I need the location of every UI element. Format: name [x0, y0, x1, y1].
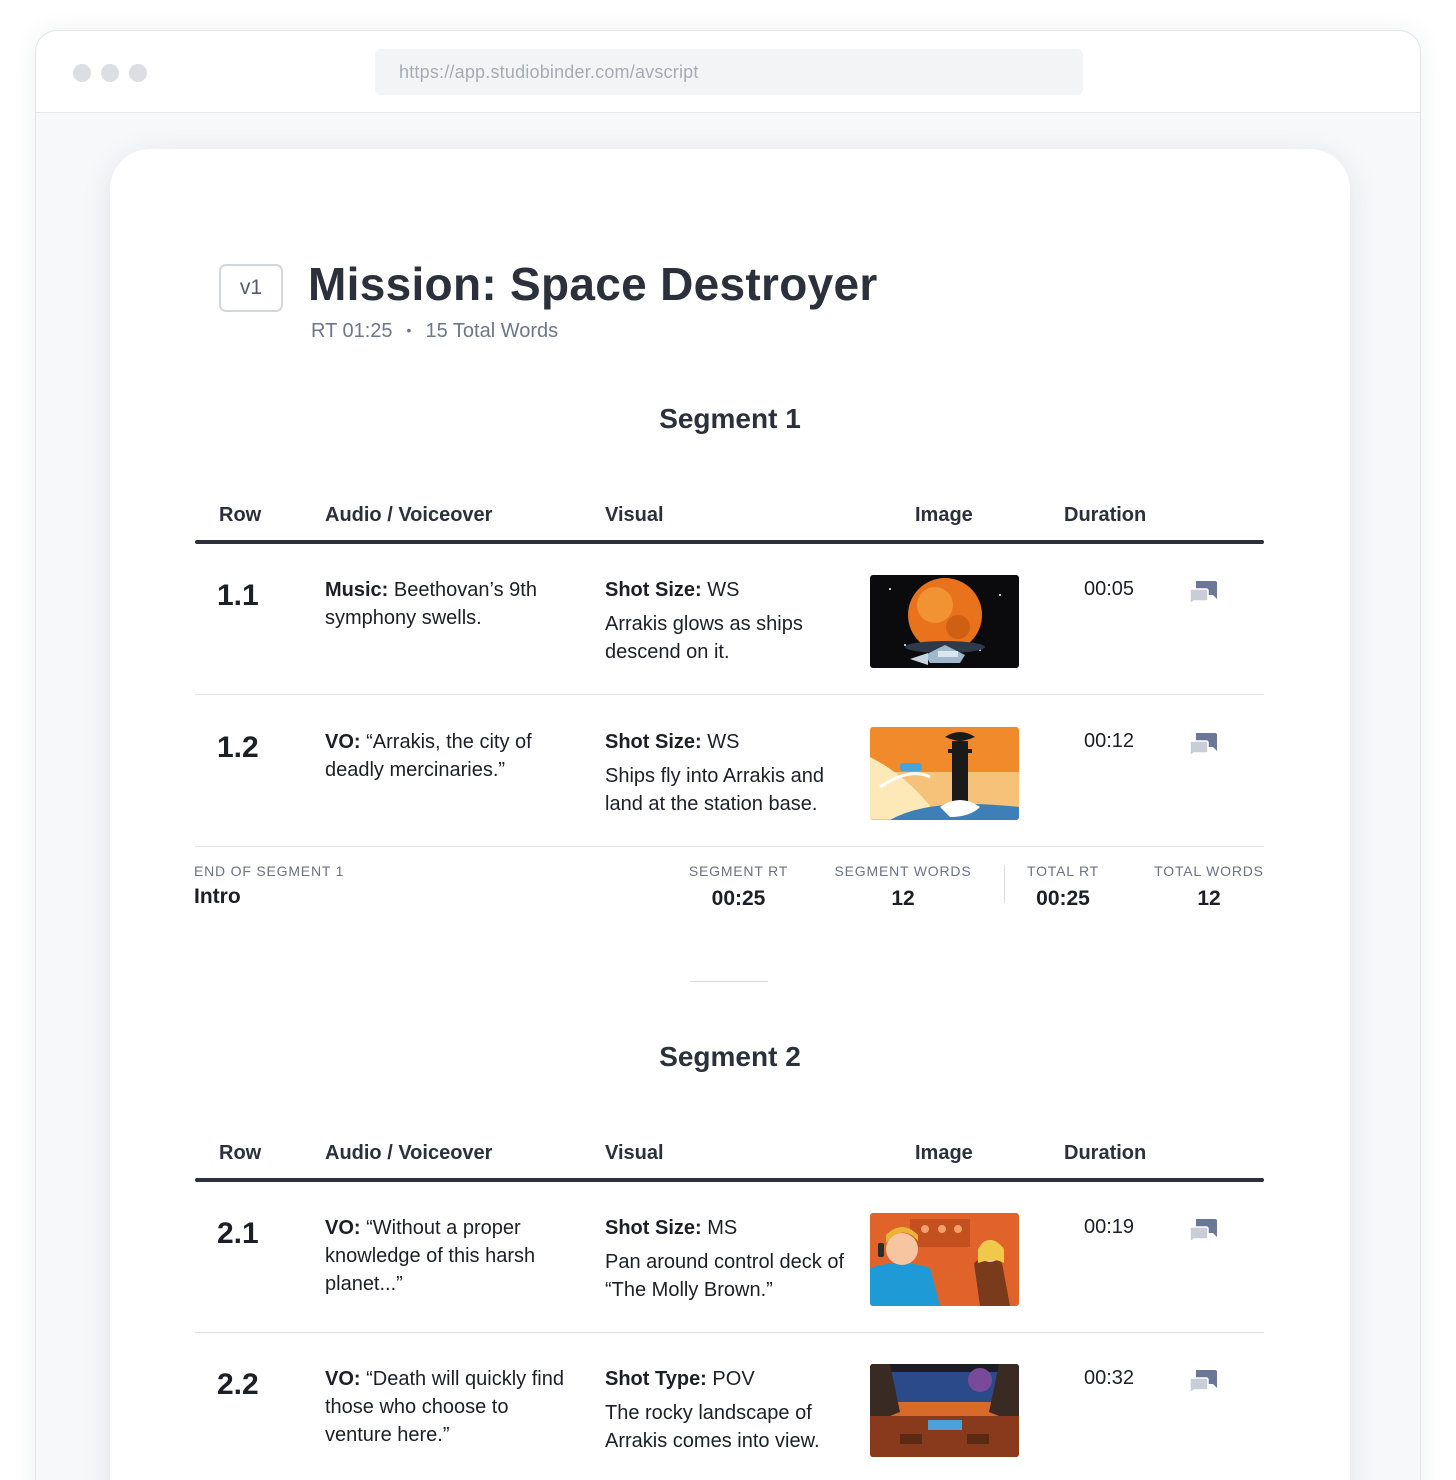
visual-label: Shot Type: — [605, 1368, 707, 1390]
visual-cell[interactable]: Shot Size: WS Arrakis glows as ships des… — [605, 576, 855, 666]
segment-title: Segment 1 — [659, 403, 801, 434]
row-divider — [195, 846, 1264, 847]
orange-planet-ships-illustration — [870, 575, 1019, 668]
visual-cell[interactable]: Shot Size: MS Pan around control deck of… — [605, 1214, 855, 1304]
stat-label: SEGMENT WORDS — [834, 863, 972, 879]
browser-toolbar: https://app.studiobinder.com/avscript — [36, 31, 1420, 113]
audio-cell[interactable]: VO: “Without a proper knowledge of this … — [325, 1214, 570, 1298]
visual-value: WS — [701, 579, 740, 601]
row-number: 2.2 — [217, 1368, 259, 1401]
visual-value: MS — [701, 1217, 738, 1239]
column-header-visual: Visual — [605, 1142, 664, 1164]
stat-label: TOTAL RT — [1026, 863, 1099, 879]
visual-label: Shot Size: — [605, 579, 702, 601]
row-number: 1.2 — [217, 731, 259, 764]
shot-image[interactable] — [870, 1364, 1019, 1457]
audio-label: VO: — [325, 731, 361, 753]
column-header-visual: Visual — [605, 504, 664, 526]
visual-description: Arrakis glows as ships descend on it. — [605, 613, 803, 663]
segment-title: Segment 2 — [659, 1041, 801, 1072]
visual-cell[interactable]: Shot Type: POV The rocky landscape of Ar… — [605, 1365, 855, 1455]
audio-text: “Death will quickly find those who choos… — [325, 1368, 564, 1446]
column-header-audio: Audio / Voiceover — [325, 504, 493, 526]
segment-divider — [690, 981, 768, 982]
duration: 00:05 — [1084, 578, 1135, 600]
shot-image[interactable] — [870, 1213, 1019, 1306]
comment-icon[interactable] — [1188, 1368, 1218, 1394]
stat-value: 00:25 — [1036, 887, 1090, 910]
stat-value: 00:25 — [711, 887, 766, 910]
audio-cell[interactable]: Music: Beethovan’s 9th symphony swells. — [325, 576, 570, 632]
station-tower-ships-illustration — [870, 727, 1019, 820]
column-header-image: Image — [915, 1142, 973, 1164]
stat-label: SEGMENT RT — [688, 863, 789, 879]
header-divider — [195, 540, 1264, 544]
control-deck-crew-illustration — [870, 1213, 1019, 1306]
shot-image[interactable] — [870, 575, 1019, 668]
version-badge[interactable]: v1 — [219, 264, 283, 312]
comment-icon[interactable] — [1188, 1217, 1218, 1243]
column-header-audio: Audio / Voiceover — [325, 1142, 493, 1164]
audio-label: VO: — [325, 1217, 361, 1239]
document-meta: RT 01:25 • 15 Total Words — [311, 320, 558, 343]
audio-cell[interactable]: VO: “Arrakis, the city of deadly mercina… — [325, 728, 570, 784]
visual-label: Shot Size: — [605, 1217, 702, 1239]
address-bar-url: https://app.studiobinder.com/avscript — [399, 62, 699, 82]
meta-separator: • — [406, 322, 412, 338]
document-runtime: RT 01:25 — [311, 320, 393, 342]
column-header-row: Row — [219, 1142, 262, 1164]
visual-cell[interactable]: Shot Size: WS Ships fly into Arrakis and… — [605, 728, 855, 818]
row-divider — [195, 1332, 1264, 1333]
address-bar[interactable]: https://app.studiobinder.com/avscript — [375, 49, 1083, 95]
segment-name: Intro — [194, 885, 241, 908]
total-words-stat: TOTAL WORDS 12 — [1150, 863, 1268, 911]
visual-description: Pan around control deck of “The Molly Br… — [605, 1251, 845, 1301]
stat-value: 12 — [891, 887, 915, 910]
segment-words-stat: SEGMENT WORDS 12 — [828, 863, 978, 911]
window-maximize-dot[interactable] — [129, 64, 147, 82]
script-document-card: v1 Mission: Space Destroyer RT 01:25 • 15 … — [110, 149, 1350, 1480]
stat-label: TOTAL WORDS — [1154, 863, 1264, 879]
audio-cell[interactable]: VO: “Death will quickly find those who c… — [325, 1365, 570, 1449]
comment-icon[interactable] — [1188, 731, 1218, 757]
column-header-row: Row — [219, 504, 262, 526]
audio-label: VO: — [325, 1368, 361, 1390]
duration: 00:19 — [1084, 1216, 1135, 1238]
duration: 00:12 — [1084, 730, 1135, 752]
column-header-duration: Duration — [1064, 1142, 1147, 1164]
row-number: 1.1 — [217, 579, 259, 612]
document-total-words: 15 Total Words — [425, 320, 559, 342]
column-header-duration: Duration — [1064, 504, 1147, 526]
visual-value: POV — [706, 1368, 755, 1390]
visual-label: Shot Size: — [605, 731, 702, 753]
shot-image[interactable] — [870, 727, 1019, 820]
header-divider — [195, 1178, 1264, 1182]
end-of-segment-label: END OF SEGMENT 1 — [194, 863, 345, 879]
visual-description: The rocky landscape of Arrakis comes int… — [605, 1402, 820, 1452]
page-title: Mission: Space Destroyer — [308, 258, 878, 310]
stat-value: 12 — [1197, 887, 1221, 910]
duration: 00:32 — [1084, 1367, 1135, 1389]
window-close-dot[interactable] — [73, 64, 91, 82]
visual-description: Ships fly into Arrakis and land at the s… — [605, 765, 824, 815]
window-minimize-dot[interactable] — [101, 64, 119, 82]
comment-icon[interactable] — [1188, 579, 1218, 605]
browser-window: https://app.studiobinder.com/avscript v1… — [35, 30, 1421, 1480]
row-number: 2.1 — [217, 1217, 259, 1250]
total-rt-stat: TOTAL RT 00:25 — [1014, 863, 1112, 911]
stats-divider — [1004, 865, 1005, 903]
visual-value: WS — [701, 731, 740, 753]
segment-rt-stat: SEGMENT RT 00:25 — [680, 863, 797, 911]
row-divider — [195, 694, 1264, 695]
cockpit-landscape-view-illustration — [870, 1364, 1019, 1457]
column-header-image: Image — [915, 504, 973, 526]
audio-label: Music: — [325, 579, 389, 601]
